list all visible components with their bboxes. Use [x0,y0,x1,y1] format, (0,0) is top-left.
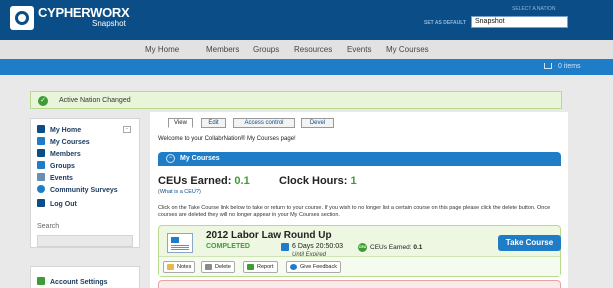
notes-button[interactable]: Notes [163,261,196,273]
collapse-circle-icon[interactable]: − [166,154,175,163]
sidebar-item-my-courses[interactable]: My Courses [37,137,90,146]
logout-icon [37,199,45,207]
give-feedback-button[interactable]: Give Feedback [286,261,341,273]
search-label: Search [37,223,60,230]
tab-access-control[interactable]: Access control [233,118,295,128]
ceu-badge-icon: CEU [358,243,367,252]
sidebar-item-community-surveys[interactable]: Community Surveys [37,185,118,194]
sidebar-item-label: Members [50,151,81,158]
top-header: CYPHERWORX Snapshot SELECT A NATION SET … [0,0,613,40]
ceus-earned: CEUs Earned: 0.1 [158,175,250,187]
cart-icon [544,63,552,70]
what-is-ceu-link[interactable]: (What is a CEU?) [158,189,201,195]
sidebar-item-label: My Home [50,127,82,134]
notes-icon [167,264,174,270]
take-course-button[interactable]: Take Course [498,235,561,251]
nav-my-home[interactable]: My Home [145,45,179,54]
hours-label: Clock Hours: [279,175,348,187]
course-ceus: CEUs Earned: 0.1 [370,244,422,251]
panel-title: My Courses [180,155,220,162]
course-card: 2012 Labor Law Round Up COMPLETED 6 Days… [158,225,561,277]
star-icon [37,277,45,285]
status-alert: ✓ Active Nation Changed [30,91,562,109]
welcome-text: Welcome to your CollabrNation® My Course… [158,136,296,142]
course-status: COMPLETED [206,243,250,250]
clock-hours: Clock Hours: 1 [279,175,357,187]
report-label: Report [257,264,274,270]
sidebar: − My Home My Courses Members Groups Even… [30,118,140,248]
account-settings-link[interactable]: Account Settings [37,277,108,286]
search-input[interactable] [37,235,133,247]
ceus-value: 0.1 [234,175,250,187]
sidebar-item-label: Events [50,175,73,182]
sidebar-item-label: Community Surveys [50,187,118,194]
brand-subtitle: Snapshot [92,19,126,28]
nav-members[interactable]: Members [206,45,239,54]
course-actions: Notes Delete Report Give Feedback [159,256,560,276]
sidebar-item-log-out[interactable]: Log Out [37,199,77,208]
tab-edit[interactable]: Edit [201,118,226,128]
sidebar-item-groups[interactable]: Groups [37,161,75,170]
hours-value: 1 [350,175,357,187]
alert-message: Active Nation Changed [59,97,131,104]
account-box: Account Settings [30,266,140,288]
cypherworx-logo-icon[interactable] [10,6,34,30]
instructions-text: Click on the Take Course link below to t… [158,205,551,218]
checkmark-icon: ✓ [38,96,48,106]
groups-icon [37,161,45,169]
ceus-label: CEUs Earned: [158,175,232,187]
delete-button[interactable]: Delete [201,261,235,273]
nav-my-courses[interactable]: My Courses [386,45,429,54]
sidebar-item-label: Log Out [50,201,77,208]
calendar-icon [37,173,45,181]
course-title: 2012 Labor Law Round Up [206,230,332,241]
certificate-icon [167,233,193,253]
nav-groups[interactable]: Groups [253,45,279,54]
feedback-icon [290,264,297,270]
survey-icon [37,185,45,193]
brand-name: CYPHERWORX [38,5,130,20]
sidebar-item-label: Groups [50,163,75,170]
course-ceu-label: CEUs Earned: [370,244,412,251]
sidebar-item-label: My Courses [50,139,90,146]
delete-label: Delete [215,264,231,270]
account-settings-label: Account Settings [50,279,108,286]
course-ceu-value: 0.1 [413,244,423,251]
tab-view[interactable]: View [168,118,193,128]
tab-devel[interactable]: Devel [301,118,334,128]
report-chart-icon [247,264,254,270]
time-remaining: 6 Days 20:50:03 [292,243,343,250]
next-course-card [158,280,561,288]
members-icon [37,149,45,157]
nav-resources[interactable]: Resources [294,45,332,54]
sidebar-item-my-home[interactable]: My Home [37,125,81,134]
sidebar-item-members[interactable]: Members [37,149,81,158]
trash-icon [205,264,212,270]
feedback-label: Give Feedback [300,264,337,270]
sidebar-item-events[interactable]: Events [37,173,73,182]
my-courses-panel-header[interactable]: − My Courses [158,152,561,166]
set-default-link[interactable]: SET AS DEFAULT [424,20,466,26]
cart-count: 0 items [558,63,581,70]
cart-strip: 0 items [0,59,613,75]
monitor-icon [37,137,45,145]
nation-select-label: SELECT A NATION [512,6,556,12]
main-content: View Edit Access control Devel Welcome t… [150,112,568,288]
notes-label: Notes [177,264,192,270]
report-button[interactable]: Report [243,261,278,273]
cart-link[interactable]: 0 items [544,63,581,70]
collapse-toggle-icon[interactable]: − [123,126,131,133]
main-nav: My Home Members Groups Resources Events … [0,40,613,59]
clock-icon [281,243,289,251]
nav-events[interactable]: Events [347,45,371,54]
nation-select[interactable]: Snapshot [471,16,568,28]
home-icon [37,125,45,133]
